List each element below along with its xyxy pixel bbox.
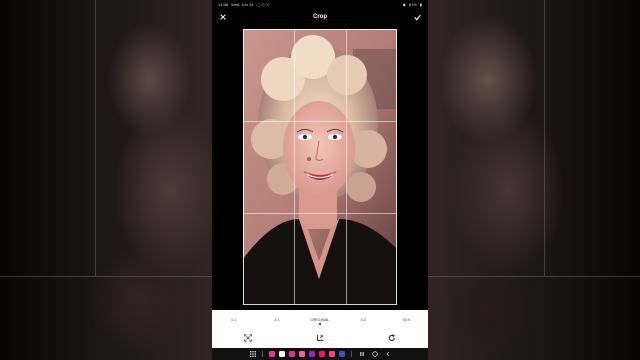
battery-icon: ▮	[419, 1, 422, 7]
crop-grid-line	[294, 29, 295, 305]
ratio-16-9[interactable]: 16:9	[391, 317, 421, 322]
dock-app-3-icon[interactable]	[289, 351, 295, 357]
crop-canvas	[212, 26, 428, 310]
page-title: Crop	[313, 14, 327, 20]
background-grid-line	[95, 0, 96, 276]
ratio-3-4[interactable]: 3:4	[262, 317, 292, 322]
background-grid-line	[428, 276, 640, 277]
status-date: Wed, Jun 14	[231, 1, 254, 7]
dock-divider	[262, 351, 263, 357]
app-drawer-icon[interactable]	[249, 351, 256, 358]
status-bar: 14:58 Wed, Jun 14 ▢ ◎ ✕ ◆ 81% ▮	[212, 0, 428, 8]
crop-options-panel: 1:1 3:4 ORIGINAL 3:2 16:9	[212, 310, 428, 348]
dock-app-4-icon[interactable]	[299, 351, 305, 357]
background-grid-line	[0, 276, 212, 277]
app-bar: Crop	[212, 8, 428, 26]
crop-grid-line	[346, 29, 347, 305]
crop-grid-line	[243, 121, 397, 122]
crop-grid-line	[243, 213, 397, 214]
battery-percent: 81%	[408, 1, 417, 7]
background-grid-line	[544, 0, 545, 276]
recents-icon[interactable]	[358, 351, 365, 358]
check-icon[interactable]	[412, 12, 422, 22]
status-time: 14:58	[218, 1, 229, 7]
crop-tools-row	[212, 331, 428, 345]
background-left	[0, 0, 212, 360]
ratio-3-2[interactable]: 3:2	[348, 317, 378, 322]
wifi-icon: ◆	[402, 1, 406, 7]
dock-app-7-icon[interactable]	[329, 351, 335, 357]
dock-app-5-icon[interactable]	[309, 351, 315, 357]
navigation-bar	[212, 348, 428, 360]
home-icon[interactable]	[371, 351, 378, 358]
free-crop-icon[interactable]	[242, 332, 254, 344]
close-icon[interactable]	[218, 12, 228, 22]
rotate-icon[interactable]	[386, 332, 398, 344]
transform-icon[interactable]	[314, 332, 326, 344]
dock-divider	[351, 351, 352, 357]
dock-app-6-icon[interactable]	[319, 351, 325, 357]
crop-frame[interactable]	[243, 29, 397, 305]
dock-app-8-icon[interactable]	[339, 351, 345, 357]
ratio-original[interactable]: ORIGINAL	[305, 317, 335, 325]
dock-app-2-icon[interactable]	[279, 351, 285, 357]
dock-app-1-icon[interactable]	[269, 351, 275, 357]
background-right	[428, 0, 640, 360]
notification-icons: ▢ ◎ ✕	[256, 1, 270, 7]
selected-indicator	[318, 322, 321, 325]
ratio-1-1[interactable]: 1:1	[219, 317, 249, 322]
aspect-ratio-row: 1:1 3:4 ORIGINAL 3:2 16:9	[212, 313, 428, 325]
device-screen: 14:58 Wed, Jun 14 ▢ ◎ ✕ ◆ 81% ▮ Crop 1:1…	[212, 0, 428, 360]
dock	[269, 351, 345, 357]
back-icon[interactable]	[384, 351, 391, 358]
